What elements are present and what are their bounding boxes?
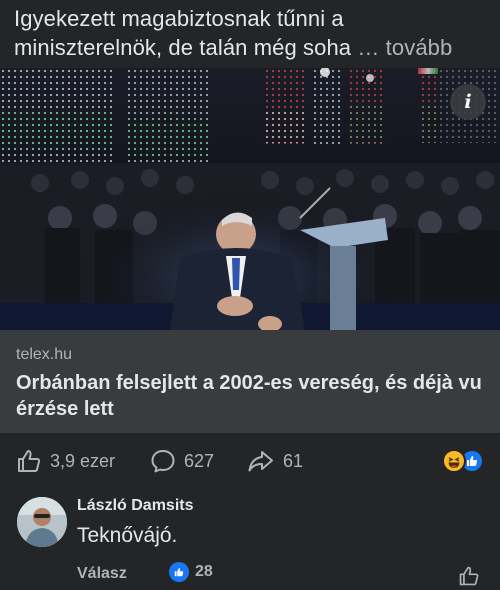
comment-count: 627 [184,450,215,471]
comment-icon [151,450,175,473]
comment-reaction-count: 28 [195,563,213,580]
post-photo[interactable] [0,68,500,330]
post-text: Igyekezett magabiztosnak tűnni a miniszt… [14,4,490,62]
comment-text: Teknővájó. [77,524,178,547]
comment-button[interactable]: 627 [150,448,214,474]
comment-reactions[interactable]: 28 [169,562,213,582]
photo-illustration [0,68,500,330]
share-count: 61 [283,450,304,471]
reaction-summary[interactable] [442,449,486,473]
comment-like-button[interactable] [458,565,480,590]
avatar[interactable] [17,497,67,547]
like-icon [18,450,41,472]
post-action-bar: 3,9 ezer 627 61 [0,433,500,489]
link-domain: telex.hu [16,346,73,363]
link-title[interactable]: Orbánban felsejlett a 2002-es vereség, é… [16,370,492,422]
like-count: 3,9 ezer [50,450,116,471]
comment-author[interactable]: László Damsits [77,497,193,515]
comment: László Damsits Teknővájó. Válasz 28 [0,489,500,590]
share-button[interactable]: 61 [247,448,303,474]
haha-icon [442,449,466,473]
like-reaction-icon [169,562,189,582]
link-preview-card[interactable]: telex.hu Orbánban felsejlett a 2002-es v… [0,330,500,433]
see-more-link[interactable]: … tovább [357,35,452,60]
post-body-text: Igyekezett magabiztosnak tűnni a miniszt… [14,6,358,60]
reply-button[interactable]: Válasz [77,565,127,583]
like-button[interactable]: 3,9 ezer [16,448,115,474]
like-icon [459,566,479,586]
share-icon [248,451,273,472]
info-icon[interactable]: i [450,84,486,120]
